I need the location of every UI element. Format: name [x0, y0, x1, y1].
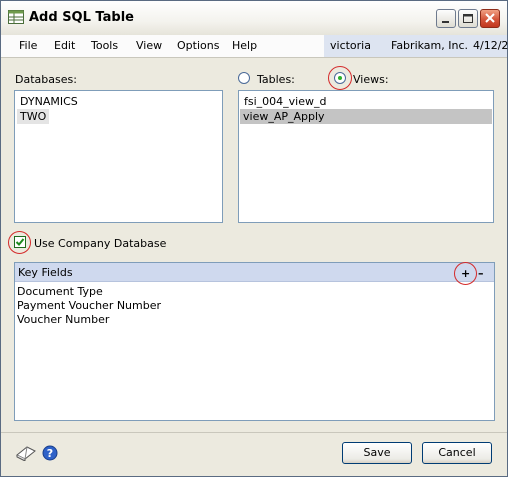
- database-item-two[interactable]: TWO: [17, 109, 50, 124]
- user-info-bar: victoria Fabrikam, Inc. 4/12/2017: [324, 35, 508, 57]
- views-list[interactable]: fsi_004_view_d view_AP_Apply: [238, 90, 494, 223]
- menu-tools[interactable]: Tools: [91, 39, 118, 52]
- key-field-item[interactable]: Voucher Number: [17, 313, 109, 326]
- key-fields-header: Key Fields + –: [15, 262, 494, 285]
- use-company-db-checkbox[interactable]: [14, 236, 26, 248]
- use-company-db-label: Use Company Database: [34, 237, 167, 250]
- key-fields-title: Key Fields: [18, 266, 73, 279]
- views-radio[interactable]: [334, 72, 346, 84]
- add-key-field-button[interactable]: +: [461, 266, 470, 282]
- remove-key-field-button[interactable]: –: [478, 266, 484, 282]
- menu-file[interactable]: File: [19, 39, 37, 52]
- tables-radio-label: Tables:: [257, 73, 295, 86]
- key-field-item[interactable]: Payment Voucher Number: [17, 299, 161, 312]
- menu-edit[interactable]: Edit: [54, 39, 75, 52]
- footer-separator: [1, 432, 507, 433]
- table-app-icon: [8, 10, 24, 24]
- menu-view[interactable]: View: [136, 39, 162, 52]
- key-fields-panel: Key Fields + – Document Type Payment Vou…: [14, 262, 495, 421]
- minimize-button[interactable]: [436, 9, 456, 28]
- databases-label: Databases:: [15, 73, 77, 86]
- databases-list[interactable]: DYNAMICS TWO: [14, 90, 223, 223]
- view-item-fsi-004[interactable]: fsi_004_view_d: [241, 94, 329, 109]
- company-name: Fabrikam, Inc.: [391, 39, 469, 52]
- window-title: Add SQL Table: [29, 10, 134, 25]
- view-item-ap-apply[interactable]: view_AP_Apply: [240, 109, 492, 124]
- cancel-button[interactable]: Cancel: [422, 442, 492, 464]
- save-button[interactable]: Save: [342, 442, 412, 464]
- close-button[interactable]: [480, 9, 500, 28]
- user-date: 4/12/2017: [473, 39, 508, 52]
- help-icon[interactable]: ?: [42, 445, 58, 461]
- add-sql-table-window: Add SQL Table File Edit Tools View Optio…: [0, 0, 508, 477]
- note-icon[interactable]: [15, 445, 37, 461]
- tables-radio[interactable]: [238, 72, 250, 84]
- database-item-dynamics[interactable]: DYNAMICS: [17, 94, 81, 109]
- minimize-icon: [442, 21, 449, 23]
- key-field-item[interactable]: Document Type: [17, 285, 103, 298]
- menu-help[interactable]: Help: [232, 39, 257, 52]
- maximize-button[interactable]: [458, 9, 478, 28]
- maximize-icon: [463, 14, 473, 23]
- checkmark-icon: [15, 238, 25, 246]
- title-bar: Add SQL Table: [1, 1, 507, 35]
- menu-options[interactable]: Options: [177, 39, 219, 52]
- user-name: victoria: [330, 39, 371, 52]
- close-icon: [485, 13, 495, 23]
- views-radio-dot: [338, 76, 342, 80]
- views-radio-label: Views:: [353, 73, 389, 86]
- svg-text:?: ?: [47, 447, 53, 460]
